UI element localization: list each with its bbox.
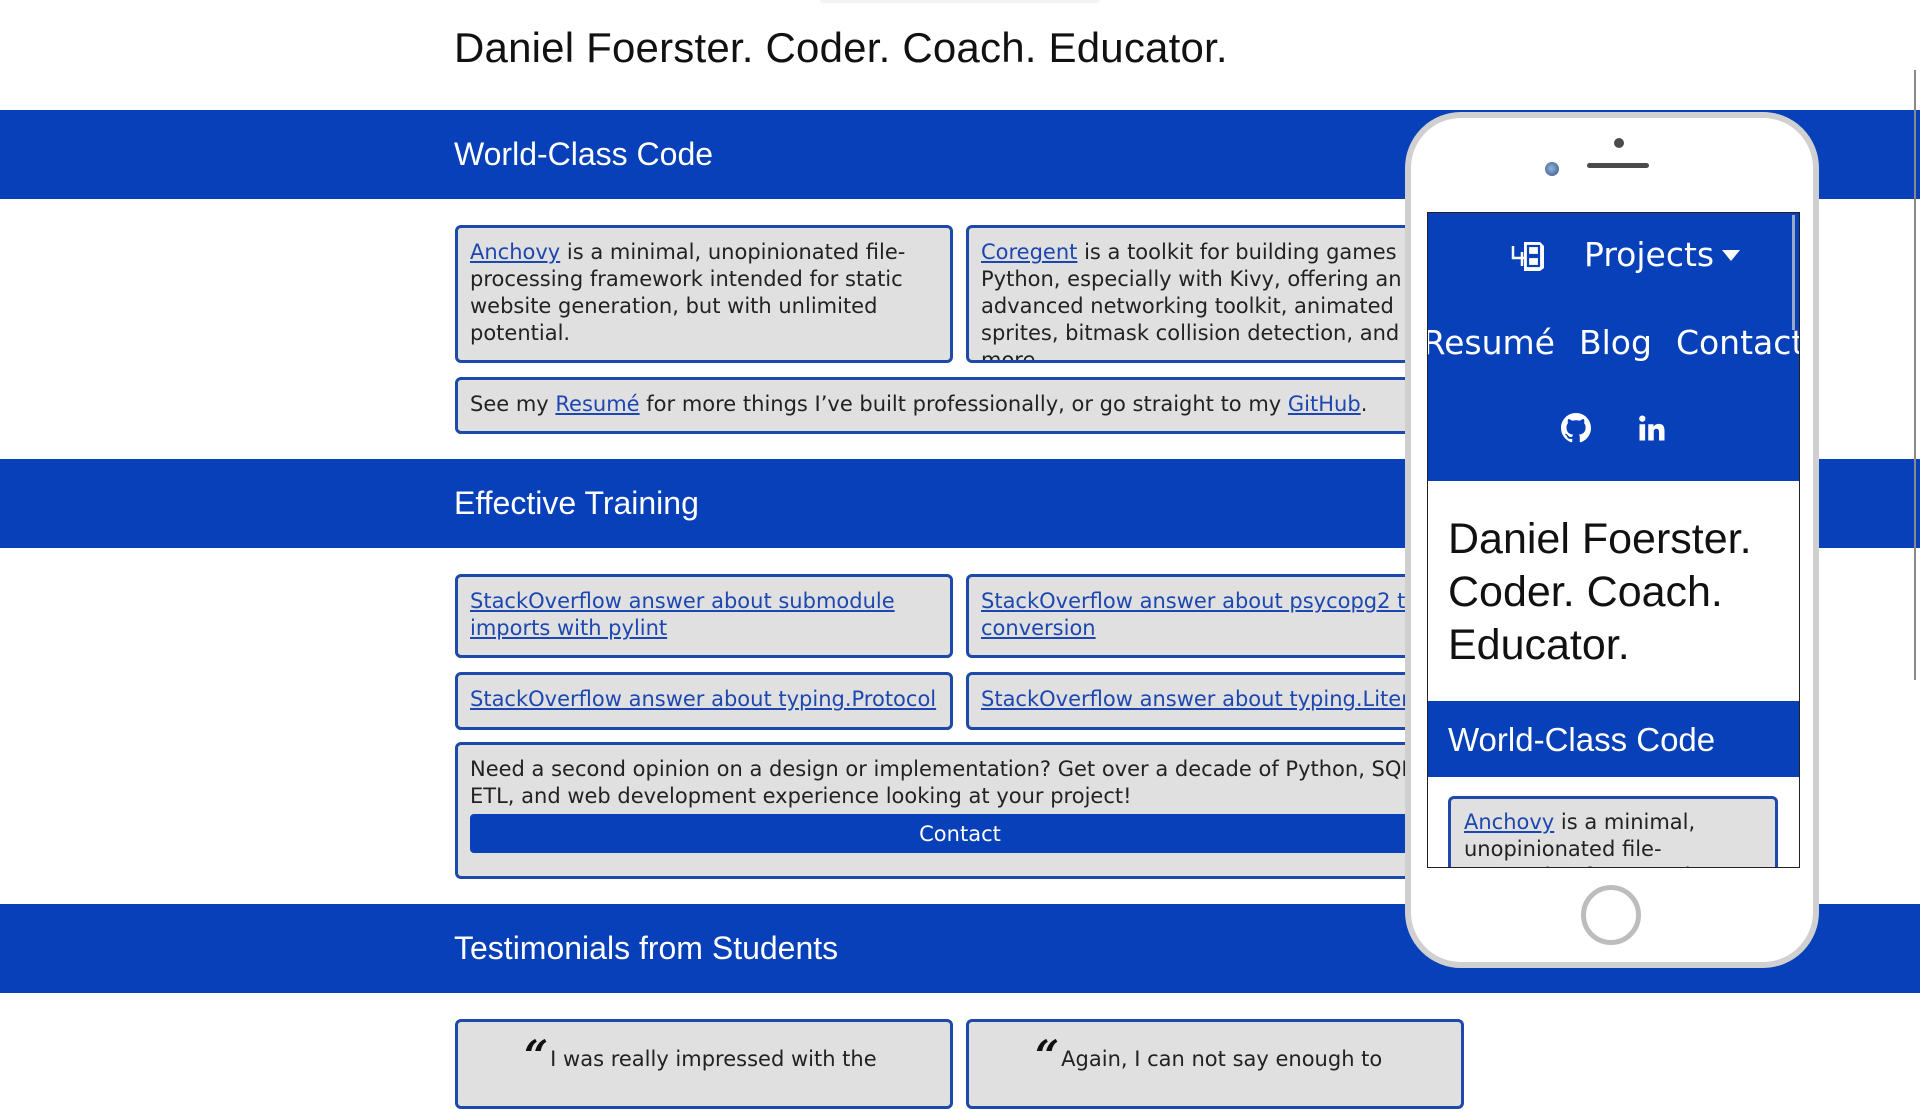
caret-down-icon (1722, 250, 1741, 261)
resume-link[interactable]: Resumé (555, 392, 639, 416)
resume-card-text: See my (470, 392, 556, 416)
project-card-anchovy: Anchovy is a minimal, unopinionated file… (455, 225, 953, 363)
resume-card-text: . (1360, 392, 1368, 416)
mobile-section-band: World-Class Code (1428, 701, 1799, 777)
anchovy-link[interactable]: Anchovy (470, 240, 560, 264)
stackoverflow-link[interactable]: StackOverflow answer about submodule imp… (470, 589, 895, 640)
projects-label: Projects (1584, 235, 1715, 274)
phone-screen: Projects Resumé Blog Contact Daniel Foer… (1427, 212, 1800, 868)
mobile-anchovy-link[interactable]: Anchovy (1464, 810, 1554, 834)
mobile-nav-links: Resumé Blog Contact (1428, 323, 1799, 362)
testimonial-card: “Again, I can not say enough to (966, 1019, 1464, 1109)
testimonial-card: “I was really impressed with the (455, 1019, 953, 1109)
nav-link-contact[interactable]: Contact (1676, 323, 1799, 362)
testimonial-text: I was really impressed with the (550, 1047, 877, 1071)
coregent-link[interactable]: Coregent (981, 240, 1077, 264)
section-heading: World-Class Code (454, 136, 714, 172)
contact-button[interactable]: Contact (470, 814, 1450, 853)
training-card: StackOverflow answer about typing.Litera… (966, 672, 1464, 730)
training-card: StackOverflow answer about submodule imp… (455, 574, 953, 658)
quote-icon: “ (524, 1031, 549, 1080)
mobile-nav: Projects Resumé Blog Contact (1428, 213, 1799, 481)
resume-card-text: for more things I’ve built professionall… (639, 392, 1288, 416)
mobile-project-card: Anchovy is a minimal, unopinionated file… (1448, 796, 1778, 867)
phone-camera-icon (1545, 162, 1559, 176)
section-heading: Effective Training (454, 485, 699, 521)
nav-link-blog[interactable]: Blog (1579, 323, 1652, 362)
stackoverflow-link[interactable]: StackOverflow answer about typing.Litera… (981, 687, 1429, 711)
project-card-coregent: Coregent is a toolkit for building games… (966, 225, 1464, 363)
top-shadow (820, 0, 1100, 3)
mobile-scrollbar[interactable] (1792, 215, 1795, 330)
mobile-page-title: Daniel Foerster. Coder. Coach. Educator. (1448, 515, 1752, 669)
stackoverflow-link[interactable]: StackOverflow answer about typing.Protoc… (470, 687, 936, 711)
projects-dropdown[interactable]: Projects (1584, 235, 1741, 274)
page-scrollbar[interactable] (1914, 70, 1916, 680)
github-link[interactable]: GitHub (1288, 392, 1361, 416)
social-links (1428, 413, 1799, 443)
testimonial-text: Again, I can not say enough to (1061, 1047, 1383, 1071)
resume-card: See my Resumé for more things I’ve built… (455, 377, 1465, 434)
training-card: StackOverflow answer about psycopg2 type… (966, 574, 1464, 658)
github-icon[interactable] (1560, 413, 1591, 443)
phone-sensor-dot (1614, 138, 1624, 148)
48-logo-icon[interactable] (1510, 240, 1546, 272)
phone-home-button[interactable] (1581, 885, 1641, 945)
nav-link-resume[interactable]: Resumé (1428, 323, 1555, 362)
contact-card: Need a second opinion on a design or imp… (455, 742, 1465, 879)
linkedin-icon[interactable] (1637, 413, 1667, 443)
section-heading: Testimonials from Students (454, 930, 839, 966)
contact-card-text: Need a second opinion on a design or imp… (470, 757, 1420, 808)
page-title: Daniel Foerster. Coder. Coach. Educator. (454, 24, 1228, 71)
training-card: StackOverflow answer about typing.Protoc… (455, 672, 953, 730)
phone-mockup: Projects Resumé Blog Contact Daniel Foer… (1405, 112, 1819, 968)
stackoverflow-link[interactable]: StackOverflow answer about psycopg2 type… (981, 589, 1444, 640)
phone-speaker (1587, 163, 1649, 168)
mobile-section-heading: World-Class Code (1448, 721, 1716, 758)
quote-icon: “ (1035, 1031, 1060, 1080)
